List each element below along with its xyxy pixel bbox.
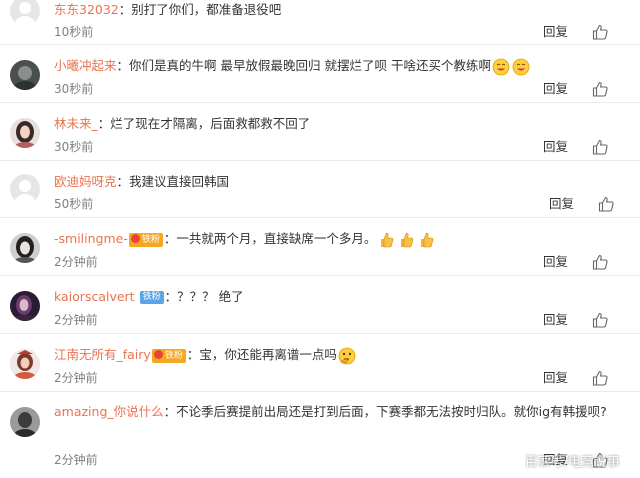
comment-item: 欧迪妈呀克：我建议直接回韩国 50秒前 回复 <box>0 160 640 218</box>
comment-username[interactable]: kaiorscalvert <box>54 289 135 304</box>
thumbs-up-icon[interactable] <box>592 254 608 270</box>
reply-button[interactable]: 回复 <box>543 81 568 97</box>
avatar[interactable] <box>10 60 40 90</box>
thumbs-up-icon[interactable] <box>592 370 608 386</box>
comment-item: 东东32032：别打了你们，都准备退役吧 10秒前 回复 <box>0 0 640 45</box>
comment-text: 我建议直接回韩国 <box>129 174 230 189</box>
separator: ： <box>116 174 130 189</box>
avatar[interactable] <box>10 291 40 321</box>
separator: ： <box>116 58 130 73</box>
avatar[interactable] <box>10 174 40 204</box>
comment-username[interactable]: -smilingme- <box>54 231 128 246</box>
thumbs-up-emoji <box>381 232 394 247</box>
comment-item: 小曦冲起来：你们是真的牛啊 最早放假最晚回归 就摆烂了呗 干啥还买个教练啊 30… <box>0 44 640 103</box>
comment-item: kaiorscalvert 铁粉：？？？ 绝了 2分钟前 回复 <box>0 275 640 334</box>
thumbs-up-icon[interactable] <box>592 312 608 328</box>
thumbs-up-emoji <box>421 232 434 247</box>
comment-line: 江南无所有_fairy 铁粉 ：宝，你还能再离谱一点吗 <box>54 345 622 365</box>
separator: ： <box>163 404 177 419</box>
fan-medal-badge: 铁粉 <box>151 348 186 363</box>
comment-text: 你们是真的牛啊 最早放假最晚回归 就摆烂了呗 干啥还买个教练啊 <box>129 58 491 73</box>
comment-text: 不论季后赛提前出局还是打到后面，下赛季都无法按时归队。就你ig有韩援呗? <box>176 404 607 419</box>
comment-time: 50秒前 <box>54 197 94 211</box>
fan-medal-badge: 铁粉 <box>128 232 163 247</box>
comment-username[interactable]: amazing_你说什么 <box>54 404 164 419</box>
comment-text: 烂了现在才隔离，后面救都救不回了 <box>110 116 311 131</box>
reply-button[interactable]: 回复 <box>543 254 568 270</box>
avatar[interactable] <box>10 407 40 437</box>
watermark: 百家号/电竞说事 <box>524 455 620 470</box>
separator: ： <box>186 347 200 362</box>
comment-time: 2分钟前 <box>54 313 98 327</box>
comment-line: 东东32032：别打了你们，都准备退役吧 <box>54 0 622 19</box>
comment-time: 10秒前 <box>54 25 94 39</box>
fan-badge: 铁粉 <box>139 291 164 304</box>
thumbs-up-icon[interactable] <box>592 139 608 155</box>
reply-button[interactable]: 回复 <box>543 370 568 386</box>
thumbs-up-emoji <box>401 232 414 247</box>
separator: ： <box>97 116 111 131</box>
thinking-emoji <box>338 347 356 364</box>
smiling-emoji <box>492 58 510 75</box>
comment-text: 一共就两个月，直接缺席一个多月。 <box>176 231 377 246</box>
comment-item: 江南无所有_fairy 铁粉 ：宝，你还能再离谱一点吗 2分钟前 回复 <box>0 333 640 392</box>
avatar[interactable] <box>10 349 40 379</box>
comment-line: 欧迪妈呀克：我建议直接回韩国 <box>54 172 622 191</box>
comment-item: 林未来_：烂了现在才隔离，后面救都救不回了 30秒前 回复 <box>0 102 640 161</box>
comment-username[interactable]: 欧迪妈呀克 <box>54 174 117 189</box>
comment-text: ？？？ 绝了 <box>177 289 244 304</box>
comment-text: 别打了你们，都准备退役吧 <box>131 2 282 17</box>
comment-line: 小曦冲起来：你们是真的牛啊 最早放假最晚回归 就摆烂了呗 干啥还买个教练啊 <box>54 56 622 76</box>
reply-button[interactable]: 回复 <box>543 24 568 40</box>
comment-time: 30秒前 <box>54 82 94 96</box>
comment-time: 2分钟前 <box>54 371 98 385</box>
thumbs-up-icon[interactable] <box>592 81 608 97</box>
avatar[interactable] <box>10 118 40 148</box>
reply-button[interactable]: 回复 <box>543 312 568 328</box>
comment-username[interactable]: 小曦冲起来 <box>54 58 117 73</box>
comment-time: 30秒前 <box>54 140 94 154</box>
comment-text: 宝，你还能再离谱一点吗 <box>199 347 337 362</box>
comment-line: amazing_你说什么：不论季后赛提前出局还是打到后面，下赛季都无法按时归队。… <box>54 401 616 423</box>
comment-time: 2分钟前 <box>54 255 98 269</box>
separator: ： <box>164 289 178 304</box>
avatar[interactable] <box>10 233 40 263</box>
comment-username[interactable]: 江南无所有_fairy <box>54 347 151 362</box>
separator: ： <box>163 231 177 246</box>
smiling-emoji <box>512 58 530 75</box>
comment-line: kaiorscalvert 铁粉：？？？ 绝了 <box>54 287 622 306</box>
comment-username[interactable]: 东东32032 <box>54 2 119 17</box>
comment-time: 2分钟前 <box>54 453 98 467</box>
comment-username[interactable]: 林未来_ <box>54 116 98 131</box>
comment-line: -smilingme- 铁粉 ：一共就两个月，直接缺席一个多月。 <box>54 229 622 249</box>
thumbs-up-icon[interactable] <box>598 196 614 212</box>
reply-button[interactable]: 回复 <box>549 196 574 212</box>
avatar[interactable] <box>10 0 40 26</box>
comment-item: -smilingme- 铁粉 ：一共就两个月，直接缺席一个多月。 2分钟前 回复 <box>0 217 640 276</box>
separator: ： <box>118 2 132 17</box>
reply-button[interactable]: 回复 <box>543 139 568 155</box>
thumbs-up-icon[interactable] <box>592 24 608 40</box>
comment-line: 林未来_：烂了现在才隔离，后面救都救不回了 <box>54 114 622 133</box>
